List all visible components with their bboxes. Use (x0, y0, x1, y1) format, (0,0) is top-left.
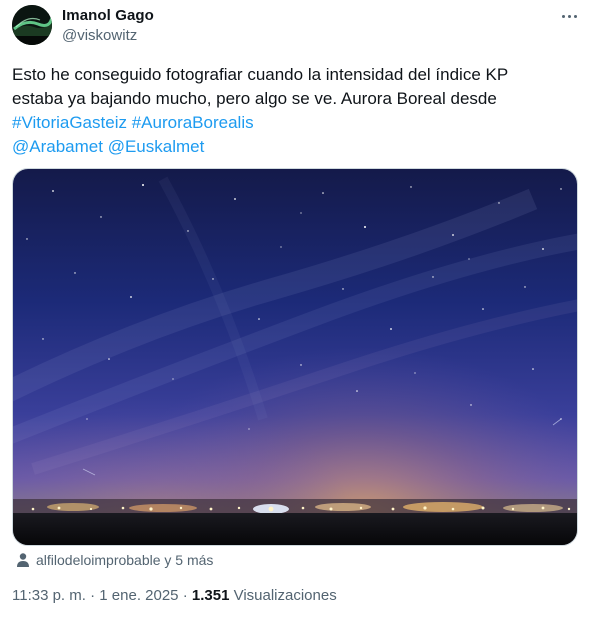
tweet-text-line: estaba ya bajando mucho, pero algo se ve… (12, 89, 497, 108)
tweet-text: Esto he conseguido fotografiar cuando la… (12, 63, 578, 159)
tweet: Imanol Gago @viskowitz Esto he conseguid… (0, 0, 590, 617)
hashtag-link[interactable]: #VitoriaGasteiz (12, 113, 127, 132)
more-horizontal-icon-dot (573, 14, 577, 18)
views-count: 1.351 (191, 587, 230, 604)
avatar[interactable] (12, 5, 52, 45)
tweet-time[interactable]: 11:33 p. m. (12, 587, 86, 604)
separator: · (90, 587, 96, 604)
tweet-text-line: Esto he conseguido fotografiar cuando la… (12, 65, 509, 84)
tweet-photo[interactable] (12, 168, 578, 546)
author-handle[interactable]: @viskowitz (62, 27, 137, 45)
mention-link[interactable]: @Euskalmet (108, 137, 205, 156)
author-name[interactable]: Imanol Gago (62, 7, 154, 25)
tweet-hashtags-line: #VitoriaGasteiz #AuroraBorealis (12, 111, 578, 135)
hashtag-link[interactable]: #AuroraBorealis (132, 113, 254, 132)
more-horizontal-icon-dot (561, 14, 565, 18)
views-label: Visualizaciones (233, 587, 337, 604)
night-sky-aurora-photo (13, 169, 577, 545)
tweet-mentions-line: @Arabamet @Euskalmet (12, 135, 578, 159)
more-options-button[interactable] (557, 6, 581, 26)
user-icon (17, 553, 29, 567)
tagged-users-label: alfilodeloimprobable y 5 más (36, 552, 214, 568)
separator: · (182, 587, 188, 604)
tagged-users[interactable]: alfilodeloimprobable y 5 más (16, 550, 213, 570)
tweet-meta: 11:33 p. m. · 1 ene. 2025 · 1.351 Visual… (12, 586, 337, 606)
tweet-date[interactable]: 1 ene. 2025 (99, 587, 178, 604)
aurora-avatar-icon (12, 5, 52, 45)
mention-link[interactable]: @Arabamet (12, 137, 103, 156)
more-horizontal-icon-dot (567, 14, 571, 18)
